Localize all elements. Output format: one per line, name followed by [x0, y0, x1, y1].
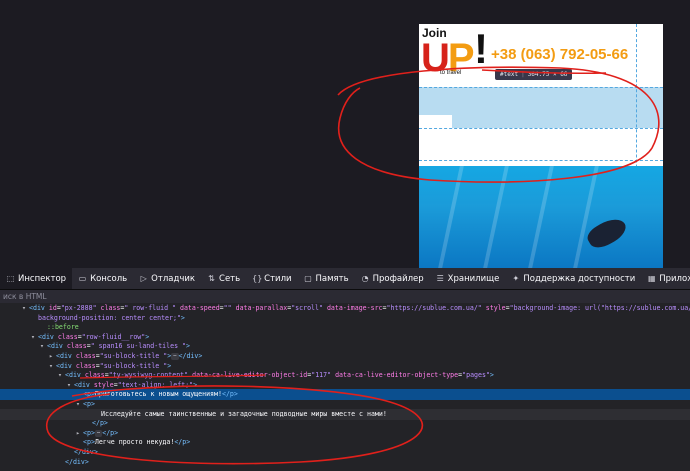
node-info-tooltip: #text | 364.75 × 66 — [495, 69, 573, 80]
markup-node-text: <p> ⋯ </p> — [83, 428, 119, 437]
markup-node-text: </div> — [74, 448, 98, 456]
tab-application[interactable]: ▦Приложение — [641, 268, 690, 289]
tab-profiler[interactable]: ◔ Профайлер — [355, 268, 430, 289]
markup-node-text: <div style="text-align: left;"> — [74, 380, 198, 389]
style-editor-icon: {} — [252, 274, 263, 283]
tab-inspector[interactable]: ⬚ Инспектор — [0, 268, 73, 289]
tab-style-editor[interactable]: {} Стили — [246, 268, 297, 289]
tab-label: Стили — [264, 273, 292, 284]
tab-debugger[interactable]: ▷ Отладчик — [133, 268, 201, 289]
markup-node-text: <div class="su-block-title "> — [56, 361, 172, 370]
tab-label: Память — [315, 273, 349, 284]
console-icon: ▭ — [78, 274, 87, 283]
tab-console[interactable]: ▭ Консоль — [72, 268, 133, 289]
markup-view: ▾ <div id="px-2888" class=" row-fluid " d… — [0, 303, 690, 471]
logo-tagline: to travel — [440, 70, 462, 76]
highlight-box-tail — [452, 115, 663, 128]
light-ray — [483, 166, 509, 268]
highlight-gap — [419, 115, 452, 128]
logo-exclamation: ! — [474, 25, 488, 72]
tooltip-node-name: #text — [500, 71, 519, 78]
underwater-image — [419, 166, 663, 268]
light-ray — [573, 166, 599, 268]
tab-label: Консоль — [90, 273, 128, 284]
tab-label: Поддержка доступности — [523, 273, 636, 284]
storage-icon: ☰ — [436, 274, 444, 283]
light-ray — [438, 166, 464, 268]
markup-node-text: <div class="ty-wysiwyg-content" data-ca-… — [65, 371, 494, 380]
markup-node-text: <div class="su-block-title "> ⋯ </div> — [56, 352, 203, 360]
markup-node-text: <p> — [83, 400, 95, 408]
markup-node-text: </div> — [65, 457, 89, 466]
tooltip-dimensions: 364.75 × 66 — [527, 71, 568, 78]
guide-line-margin — [419, 160, 663, 161]
tab-label: Инспектор — [18, 273, 67, 284]
tab-label: Хранилище — [447, 273, 500, 284]
tab-storage[interactable]: ☰ Хранилище — [430, 268, 506, 289]
markup-node-text: <div class="row-fluid__row"> — [38, 332, 150, 341]
tab-label: Профайлер — [372, 273, 424, 284]
tab-label: Приложение — [659, 273, 690, 284]
tab-network[interactable]: ⇅ Сеть — [201, 268, 246, 289]
markup-node-text: Исследуйте самые таинственные и загадочн… — [101, 409, 387, 418]
markup-node-text: ::before — [47, 323, 79, 332]
inspector-icon: ⬚ — [6, 274, 15, 283]
light-ray — [528, 166, 554, 268]
html-search-input[interactable]: иск в HTML — [0, 290, 690, 303]
profiler-icon: ◔ — [361, 274, 369, 283]
markup-node-text: <p>Приготовьтесь к новым ощущениям!</p> — [83, 390, 238, 399]
tab-accessibility[interactable]: ✦ Поддержка доступности — [505, 268, 641, 289]
browser-viewport: Join UP ! to travel +38 (063) 792-05-66 … — [0, 0, 690, 268]
guide-line-top — [419, 87, 663, 88]
tab-label: Сеть — [219, 273, 241, 284]
page-preview: Join UP ! to travel +38 (063) 792-05-66 … — [419, 24, 663, 268]
application-icon: ▦ — [647, 274, 656, 283]
accessibility-icon: ✦ — [512, 274, 520, 283]
markup-node-text: <div class=" span16 su-land-tiles "> — [47, 342, 190, 351]
markup-node-text: <div id="px-2888" class=" row-fluid " da… — [29, 304, 690, 312]
markup-node-line[interactable]: </div> — [0, 457, 690, 468]
devtools-toolbar: ⬚ Инспектор ▭ Консоль ▷ Отладчик ⇅ Сеть{} Стили ▢… — [0, 268, 690, 290]
tab-label: Отладчик — [151, 273, 196, 284]
guide-line-bottom — [419, 128, 663, 129]
markup-node-text: </p> — [92, 419, 108, 428]
highlight-box — [419, 87, 663, 115]
debugger-icon: ▷ — [140, 274, 147, 283]
phone-number[interactable]: +38 (063) 792-05-66 — [491, 46, 628, 63]
markup-node-text: <p>Легче просто некуда!</p> — [83, 438, 191, 447]
tab-memory[interactable]: ▢ Память — [298, 268, 355, 289]
network-icon: ⇅ — [208, 274, 215, 283]
memory-icon: ▢ — [304, 274, 312, 283]
markup-node-text: background-position: center center;"> — [38, 313, 185, 322]
